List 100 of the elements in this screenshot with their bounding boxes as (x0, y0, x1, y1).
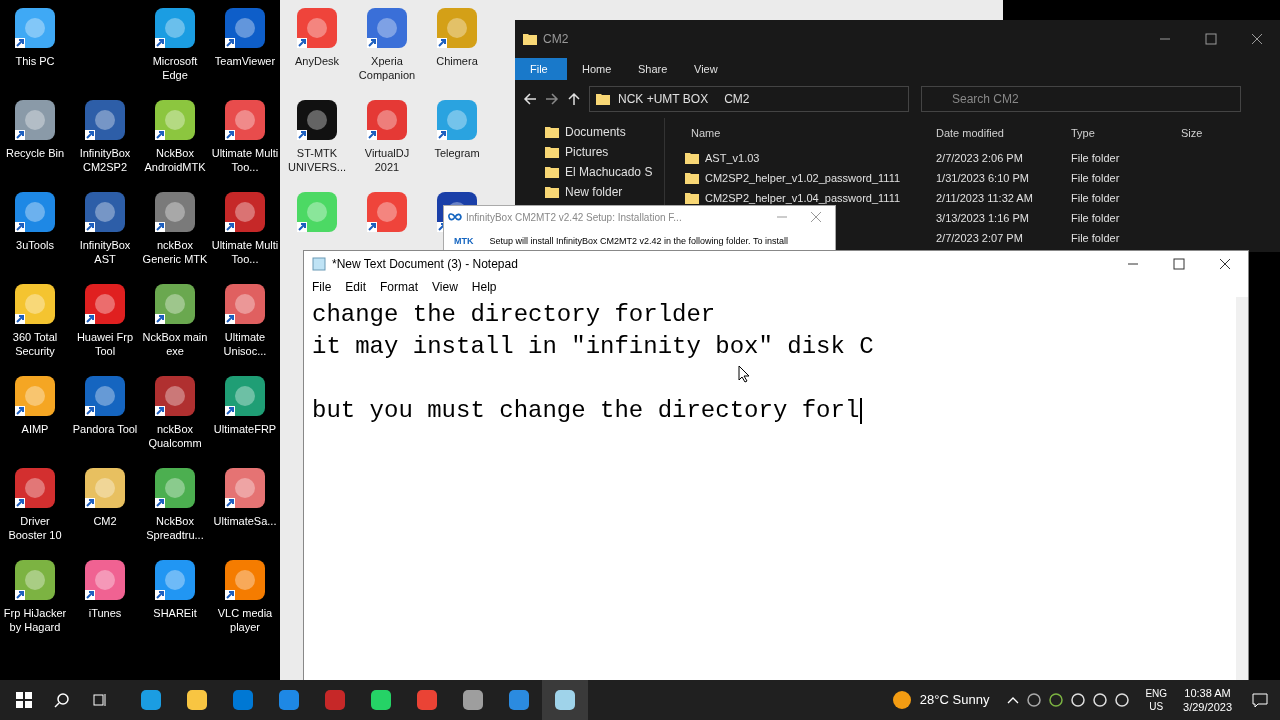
desktop-icon-label[interactable]: VLC media player (210, 606, 280, 634)
desktop-icon-label[interactable]: UltimateFRP (210, 422, 280, 436)
search-icon[interactable] (54, 692, 70, 708)
taskbar-app-icon[interactable] (462, 689, 484, 711)
dialog-logo-text: MTK (454, 236, 474, 246)
desktop-icon-label[interactable]: InfinityBox CM2SP2 (70, 146, 140, 174)
file-name[interactable]: CM2SP2_helper_v1.04_password_1111 (705, 189, 901, 207)
desktop-icon-label[interactable]: 360 Total Security (0, 330, 70, 358)
file-name[interactable]: AST_v1.03 (705, 149, 760, 167)
folder-icon (685, 172, 699, 184)
type-cell-text: File folder (1070, 190, 1121, 206)
taskbar-app-icon[interactable] (508, 689, 530, 711)
desktop-icon-label[interactable]: NckBox AndroidMTK (140, 146, 210, 174)
desktop-icon-label[interactable]: AnyDesk (282, 54, 352, 68)
desktop-icon-label[interactable]: Ultimate Multi Too... (210, 238, 280, 266)
date-cell-text: 2/7/2023 2:06 PM (935, 150, 1024, 166)
desktop-icon-label[interactable]: Chimera (422, 54, 492, 68)
date-cell-text: 3/13/2023 1:16 PM (935, 210, 1030, 226)
desktop-icon-label[interactable]: ST-MTK UNIVERS... (282, 146, 352, 174)
nav-item[interactable]: New folder (565, 183, 623, 201)
desktop-icon-label[interactable]: 3uTools (0, 238, 70, 252)
region-indicator[interactable]: US (1149, 700, 1164, 713)
tray-icon[interactable] (1049, 693, 1064, 707)
taskbar-app-icon[interactable] (554, 689, 576, 711)
taskbar-app-icon[interactable] (278, 689, 300, 711)
windows-start-icon[interactable] (16, 692, 32, 708)
scrollbar[interactable] (1236, 297, 1248, 681)
desktop-icon-label[interactable]: VirtualDJ 2021 (352, 146, 422, 174)
desktop-icon-label[interactable]: Xperia Companion (352, 54, 422, 82)
desktop-icon-label[interactable]: nckBox Qualcomm (140, 422, 210, 450)
file-name[interactable]: CM2SP2_helper_v1.02_password_1111 (705, 169, 901, 187)
weather-text[interactable]: 28°C Sunny (919, 690, 990, 710)
weather-sun-icon[interactable] (891, 690, 912, 710)
folder-icon (545, 126, 559, 138)
tray-caret-icon[interactable] (1007, 696, 1020, 704)
ribbon-tab[interactable]: View (679, 58, 735, 80)
desktop-icon-label[interactable]: nckBox Generic MTK (140, 238, 210, 266)
desktop-icon-label[interactable]: TeamViewer (210, 54, 280, 68)
desktop-icon-label[interactable]: SHAREit (140, 606, 210, 620)
column-header[interactable]: Type (1059, 124, 1169, 142)
back-arrow-icon[interactable] (523, 92, 537, 106)
desktop-icon-label[interactable]: Driver Booster 10 (0, 514, 70, 542)
desktop-icon-label[interactable]: Recycle Bin (0, 146, 70, 160)
desktop-icon-label[interactable]: Telegram (422, 146, 492, 160)
desktop-icon-label[interactable]: Microsoft Edge (140, 54, 210, 82)
nav-item[interactable]: Pictures (565, 143, 609, 161)
column-header[interactable]: Size (1169, 124, 1249, 142)
desktop-icon-label[interactable]: CM2 (70, 514, 140, 528)
menu-item[interactable]: View (426, 278, 464, 296)
date-cell-text: 2/7/2023 2:07 PM (935, 230, 1024, 246)
text-line: change the directory forlder (312, 300, 716, 330)
ribbon-tab[interactable]: File (515, 58, 567, 80)
desktop-icon-label[interactable]: Pandora Tool (70, 422, 140, 436)
desktop-icon-label[interactable]: Ultimate Multi Too... (210, 146, 280, 174)
mouse-pointer-icon (738, 365, 750, 383)
breadcrumb-item[interactable]: CM2 (724, 90, 750, 108)
menu-item[interactable]: Help (465, 278, 503, 296)
ribbon-tab[interactable]: Share (623, 58, 679, 80)
column-header[interactable]: Date modified (924, 124, 1059, 142)
desktop-icon-label[interactable]: NckBox Spreadtru... (140, 514, 210, 542)
desktop-icon-label[interactable]: Frp HiJacker by Hagard (0, 606, 70, 634)
desktop-icon-label[interactable]: NckBox main exe (140, 330, 210, 358)
language-indicator[interactable]: ENG (1145, 687, 1168, 700)
folder-icon (545, 166, 559, 178)
clock-date[interactable]: 3/29/2023 (1183, 700, 1232, 714)
text-caret (860, 398, 863, 424)
up-arrow-icon[interactable] (567, 92, 581, 106)
taskbar-app-icon[interactable] (186, 689, 208, 711)
search-field[interactable]: Search CM2 (921, 86, 1241, 112)
column-header[interactable]: Name (679, 124, 924, 142)
desktop-icon-label[interactable]: Huawei Frp Tool (70, 330, 140, 358)
breadcrumb-item[interactable]: NCK +UMT BOX (618, 90, 709, 108)
desktop-icon-label[interactable]: iTunes (70, 606, 140, 620)
notepad-icon (312, 257, 326, 271)
desktop-icon-label[interactable]: InfinityBox AST (70, 238, 140, 266)
taskbar-app-icon[interactable] (416, 689, 438, 711)
address-bar[interactable]: NCK +UMT BOX CM2 (589, 86, 909, 112)
desktop-icon-label[interactable]: AIMP (0, 422, 70, 436)
menu-item[interactable]: Edit (339, 278, 373, 296)
forward-arrow-icon[interactable] (545, 92, 559, 106)
window-title: *New Text Document (3) - Notepad (332, 256, 518, 273)
nav-item[interactable]: El Machucado S (565, 163, 653, 181)
desktop-icon-label[interactable]: UltimateSa... (210, 514, 280, 528)
clock-time[interactable]: 10:38 AM (1184, 686, 1231, 700)
ribbon-tab[interactable]: Home (567, 58, 623, 80)
taskbar-app-icon[interactable] (140, 689, 162, 711)
menu-item[interactable]: Format (374, 278, 425, 296)
task-view-icon[interactable] (92, 692, 108, 708)
nav-item[interactable]: Documents (565, 123, 626, 141)
desktop-icon-label[interactable]: This PC (0, 54, 70, 68)
type-cell-text: File folder (1070, 170, 1121, 186)
desktop-icon-label[interactable]: Ultimate Unisoc... (210, 330, 280, 358)
dialog-text: Setup will install InfinityBox CM2MT2 v2.42 in the following folder. To install (489, 236, 788, 246)
tray-icon[interactable] (1027, 693, 1042, 707)
notifications-icon[interactable] (1252, 692, 1268, 708)
menu-item[interactable]: File (306, 278, 338, 296)
date-cell-text: 2/11/2023 11:32 AM (935, 190, 1034, 206)
type-cell-text: File folder (1070, 210, 1121, 226)
taskbar-app-icon[interactable] (370, 689, 392, 711)
window-title: CM2 (543, 31, 569, 48)
